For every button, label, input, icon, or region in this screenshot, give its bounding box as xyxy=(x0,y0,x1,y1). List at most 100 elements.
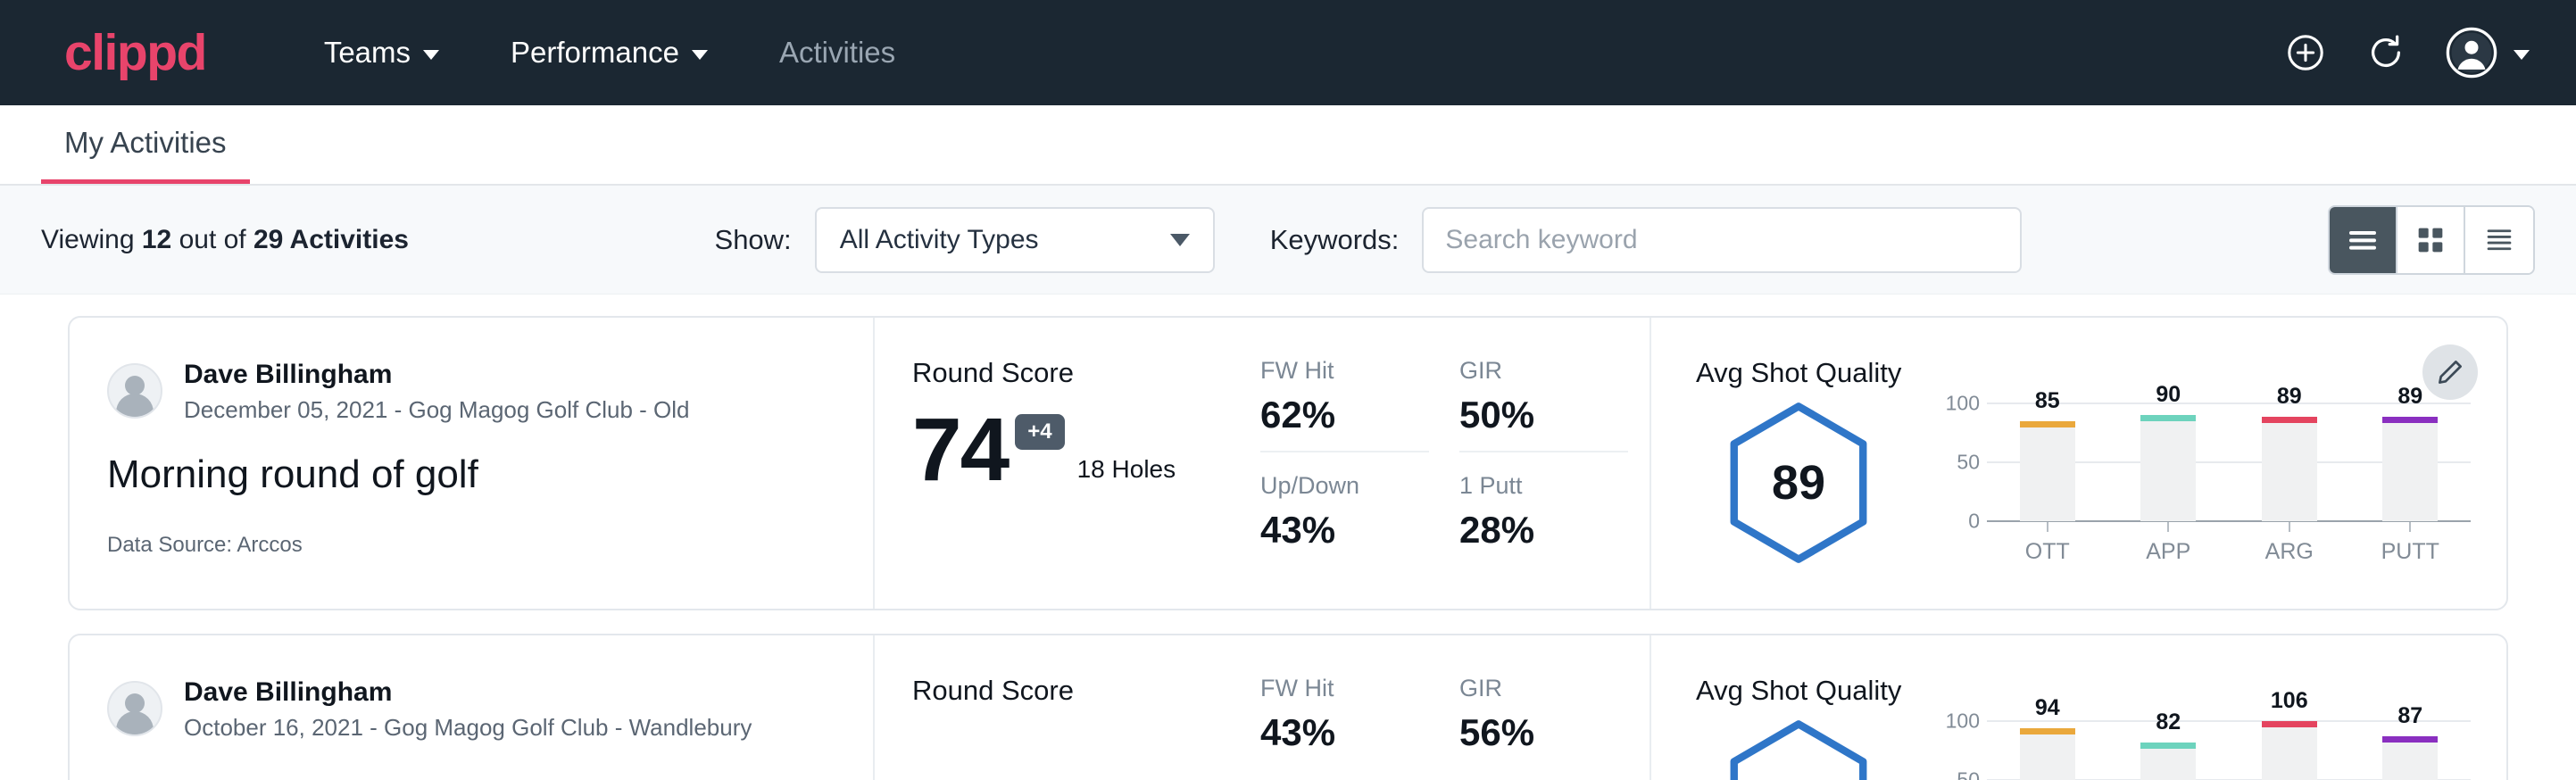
activity-summary-column: Dave Billingham October 16, 2021 - Gog M… xyxy=(70,635,873,780)
compact-list-icon xyxy=(2481,222,2517,258)
round-score-value: 74 xyxy=(912,409,1008,491)
activity-meta: December 05, 2021 - Gog Magog Golf Club … xyxy=(184,394,690,426)
stat-gir-label: GIR xyxy=(1459,357,1628,385)
avatar xyxy=(107,681,162,736)
stat-one-putt-value: 28% xyxy=(1459,509,1628,552)
compact-view-button[interactable] xyxy=(2465,207,2533,273)
chart-bar-column[interactable]: 87 xyxy=(2350,721,2472,780)
chart-bar-cap xyxy=(2020,421,2075,427)
chart-bar-column[interactable]: 85 xyxy=(1987,403,2108,521)
stat-fw-hit: FW Hit 62% xyxy=(1260,357,1429,452)
chart-bar-column[interactable]: 90 xyxy=(2108,403,2230,521)
grid-icon xyxy=(2413,222,2448,258)
chart-bars: 94 82 10687 xyxy=(1987,721,2471,780)
chevron-down-icon xyxy=(2514,50,2530,60)
stat-up-down-label: Up/Down xyxy=(1260,472,1429,500)
chart-bar: 82 xyxy=(2140,743,2196,780)
avatar xyxy=(107,363,162,419)
grid-view-button[interactable] xyxy=(2397,207,2465,273)
chevron-down-icon xyxy=(692,50,708,60)
chart-bar-cap xyxy=(2020,728,2075,734)
stat-gir-label: GIR xyxy=(1459,675,1628,702)
account-menu[interactable] xyxy=(2446,27,2530,79)
chart-bar-column[interactable]: 106 xyxy=(2229,721,2350,780)
stat-up-down: Up/Down 43% xyxy=(1260,472,1429,566)
tab-my-activities[interactable]: My Activities xyxy=(41,126,250,184)
chart-y-tick-label: 50 xyxy=(1957,768,1980,780)
keywords-label: Keywords: xyxy=(1270,224,1400,256)
stat-gir-value: 56% xyxy=(1459,711,1628,754)
shot-quality-value xyxy=(1724,718,1874,780)
round-score-row: 74 +4 18 Holes xyxy=(912,409,1230,491)
chart-bar-column[interactable]: 89 xyxy=(2350,403,2472,521)
chart-x-tick-label: PUTT xyxy=(2381,539,2439,565)
pencil-icon xyxy=(2435,357,2465,387)
round-score-label: Round Score xyxy=(912,357,1230,389)
chart-y-axis: 050100 xyxy=(1932,721,1987,780)
chart-bar-column[interactable]: 89 xyxy=(2229,403,2350,521)
chart-plot-area: 94 82 10687 xyxy=(1987,721,2471,780)
shot-quality-column: Avg Shot Quality 050100 948210687 xyxy=(1649,635,2506,780)
chart-bar-column[interactable]: 94 xyxy=(1987,721,2108,780)
account-avatar-icon xyxy=(2446,27,2497,79)
shot-quality-body: 89 050100 85908989 OTTAPPARGPUTT xyxy=(1696,393,2471,566)
chart-x-tick-mark xyxy=(2167,521,2169,532)
nav-item-performance[interactable]: Performance xyxy=(475,36,744,70)
shot-quality-column: Avg Shot Quality 89 050100 85908989 xyxy=(1649,318,2506,609)
chart-bar-cap xyxy=(2262,417,2317,423)
show-filter-group: Show: All Activity Types xyxy=(715,207,1215,273)
chart-x-tick-mark xyxy=(2409,521,2411,532)
chart-x-tick: ARG xyxy=(2229,521,2350,565)
author-name: Dave Billingham xyxy=(184,357,690,394)
chart-bar-cap xyxy=(2382,736,2438,743)
activity-meta: October 16, 2021 - Gog Magog Golf Club -… xyxy=(184,711,752,743)
nav-item-teams[interactable]: Teams xyxy=(288,36,475,70)
chart-y-axis: 050100 xyxy=(1932,403,1987,521)
chart-x-tick: APP xyxy=(2108,521,2230,565)
chart-y-tick-label: 100 xyxy=(1946,392,1980,416)
chart-bar-cap xyxy=(2140,743,2196,749)
viewing-total: 29 Activities xyxy=(253,225,409,254)
chart-x-tick-mark xyxy=(2289,521,2290,532)
chart-bar: 85 xyxy=(2020,421,2075,521)
list-icon xyxy=(2345,222,2381,258)
list-view-button[interactable] xyxy=(2330,207,2397,273)
edit-activity-button[interactable] xyxy=(2422,344,2478,400)
chart-bar-value-label: 106 xyxy=(2271,688,2308,714)
chart-bar-column[interactable]: 82 xyxy=(2108,721,2230,780)
chart-bar-cap xyxy=(2140,415,2196,421)
nav-item-activities[interactable]: Activities xyxy=(744,36,931,70)
chart-x-tick-label: OTT xyxy=(2025,539,2070,565)
shot-quality-body: 050100 948210687 OTTAPPARGPUTT xyxy=(1696,710,2471,780)
refresh-icon[interactable] xyxy=(2365,32,2406,73)
chart-bar-value-label: 90 xyxy=(2156,382,2181,408)
chart-bar-value-label: 82 xyxy=(2156,709,2181,735)
chart-x-tick-mark xyxy=(2047,521,2048,532)
add-circle-icon[interactable] xyxy=(2285,32,2326,73)
round-stats-column: FW Hit 43% GIR 56% xyxy=(1230,635,1649,780)
search-input[interactable] xyxy=(1422,207,2022,273)
chart-bar: 90 xyxy=(2140,415,2196,521)
stat-one-putt-label: 1 Putt xyxy=(1459,472,1628,500)
nav-right-actions xyxy=(2285,27,2530,79)
nav-item-teams-label: Teams xyxy=(324,36,411,70)
stat-fw-hit-label: FW Hit xyxy=(1260,357,1429,385)
show-label: Show: xyxy=(715,224,792,256)
shot-quality-chart: 050100 85 90 8989 OTT APPARG PUTT xyxy=(1932,393,2471,565)
tab-my-activities-label: My Activities xyxy=(64,126,227,159)
chart-bar-cap xyxy=(2382,417,2438,423)
activity-card[interactable]: Dave Billingham December 05, 2021 - Gog … xyxy=(68,316,2508,610)
avg-shot-quality-label: Avg Shot Quality xyxy=(1696,357,2471,389)
viewing-count: 12 xyxy=(142,225,171,254)
round-score-column: Round Score 74 +4 18 Holes xyxy=(873,318,1230,609)
viewing-mid: out of xyxy=(171,225,253,254)
chart-bar-value-label: 89 xyxy=(2397,384,2422,410)
activity-type-select[interactable]: All Activity Types xyxy=(815,207,1215,273)
chart-y-tick-label: 50 xyxy=(1957,451,1980,475)
stat-fw-hit-value: 43% xyxy=(1260,711,1429,754)
chart-y-tick-label: 100 xyxy=(1946,709,1980,734)
activity-card[interactable]: Dave Billingham October 16, 2021 - Gog M… xyxy=(68,634,2508,780)
stat-up-down-value: 43% xyxy=(1260,509,1429,552)
clippd-logo[interactable]: clippd xyxy=(64,28,206,79)
shot-quality-value: 89 xyxy=(1724,400,1874,566)
